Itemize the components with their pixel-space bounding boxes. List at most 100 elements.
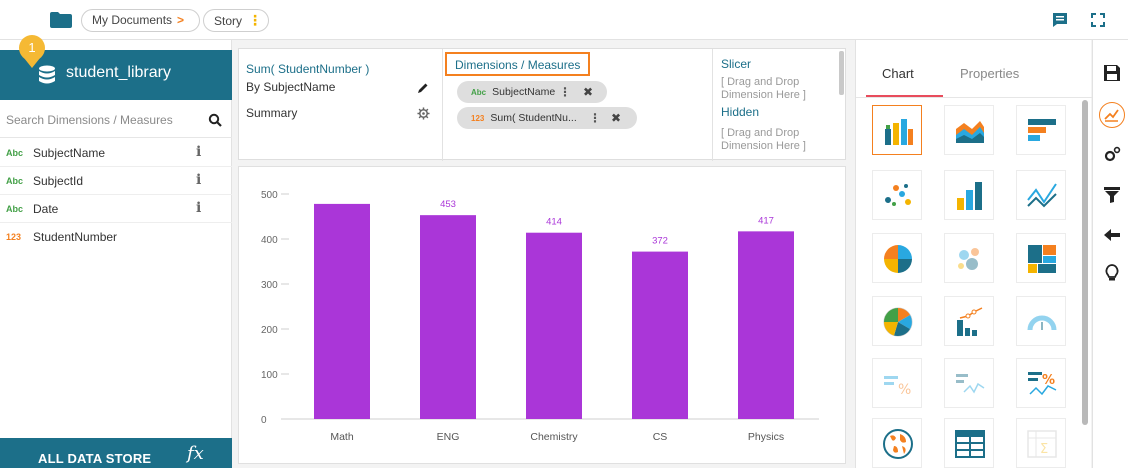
right-toolbar bbox=[1092, 40, 1128, 468]
slicer-drop-zone[interactable]: [ Drag and Drop Dimension Here ] bbox=[721, 76, 833, 102]
pencil-icon[interactable] bbox=[417, 82, 429, 94]
text-type-icon: Abc bbox=[6, 148, 24, 158]
y-tick-label: 500 bbox=[261, 190, 278, 201]
field-name: SubjectName bbox=[33, 146, 106, 160]
bubble-icon[interactable] bbox=[944, 233, 994, 283]
data-label: 453 bbox=[440, 199, 456, 210]
bar bbox=[526, 232, 582, 419]
pie-chart-icon[interactable] bbox=[872, 233, 922, 283]
data-label: 414 bbox=[546, 217, 562, 228]
chart-properties-panel: Chart Properties % % Σ bbox=[855, 40, 1092, 468]
slicer-title: Slicer bbox=[721, 57, 752, 71]
pivot-icon[interactable]: Σ bbox=[1016, 418, 1066, 468]
settings-icon[interactable] bbox=[1103, 146, 1121, 164]
svg-text:%: % bbox=[898, 382, 911, 398]
filter-icon[interactable] bbox=[1103, 186, 1121, 204]
folder-icon[interactable] bbox=[50, 12, 72, 28]
pill-label: SubjectName bbox=[492, 86, 556, 98]
kebab-menu-icon[interactable]: ⋮ bbox=[559, 81, 571, 103]
all-data-store-label: ALL DATA STORE bbox=[38, 451, 152, 466]
bar bbox=[738, 231, 794, 419]
comment-icon[interactable] bbox=[1052, 12, 1068, 28]
field-name: StudentNumber bbox=[33, 230, 118, 244]
field-name: Date bbox=[33, 202, 59, 216]
text-type-icon: Abc bbox=[6, 176, 24, 186]
callout-badge-1: 1 bbox=[19, 35, 45, 61]
number-type-icon: 123 bbox=[6, 232, 22, 242]
property-scrollbar[interactable] bbox=[839, 51, 844, 95]
svg-text:Σ: Σ bbox=[1040, 442, 1048, 457]
treemap-icon[interactable] bbox=[1016, 233, 1066, 283]
close-icon[interactable]: ✖ bbox=[583, 81, 593, 103]
field-item[interactable]: Abc SubjectId i bbox=[0, 168, 232, 195]
chart-type-icon[interactable] bbox=[1099, 102, 1125, 128]
table-icon[interactable] bbox=[944, 418, 994, 468]
scatter-icon[interactable] bbox=[872, 170, 922, 220]
search-icon[interactable] bbox=[208, 113, 222, 127]
breadcrumb-my-documents[interactable]: My Documents > bbox=[81, 9, 200, 32]
database-icon bbox=[39, 65, 55, 84]
tab-properties[interactable]: Properties bbox=[960, 66, 1019, 81]
info-icon[interactable]: i bbox=[196, 200, 201, 216]
bar bbox=[314, 203, 370, 419]
formula-icon[interactable]: fx bbox=[187, 443, 204, 464]
search-input[interactable] bbox=[6, 110, 196, 130]
tab-divider bbox=[856, 97, 1092, 98]
sunburst-icon[interactable] bbox=[872, 296, 922, 346]
measure-title[interactable]: Sum( StudentNumber ) bbox=[246, 62, 369, 76]
x-tick-label: CS bbox=[653, 431, 668, 443]
search-box bbox=[0, 102, 232, 138]
measure-pill[interactable]: 123 Sum( StudentNu... ⋮ ✖ bbox=[457, 107, 637, 129]
dimension-pill[interactable]: Abc SubjectName ⋮ ✖ bbox=[457, 81, 607, 103]
all-data-store-button[interactable]: ALL DATA STORE fx bbox=[0, 438, 232, 468]
field-item[interactable]: 123 StudentNumber bbox=[0, 224, 232, 251]
field-item[interactable]: Abc Date i bbox=[0, 196, 232, 223]
gear-icon[interactable] bbox=[417, 107, 430, 120]
info-icon[interactable]: i bbox=[196, 172, 201, 188]
bulb-icon[interactable] bbox=[1103, 264, 1121, 282]
kpi-trend-icon[interactable]: % bbox=[1016, 358, 1066, 408]
info-icon[interactable]: i bbox=[196, 144, 201, 160]
close-icon[interactable]: ✖ bbox=[611, 107, 621, 129]
area-chart-icon[interactable] bbox=[944, 105, 994, 155]
library-name: student_library bbox=[66, 64, 171, 81]
gauge-icon[interactable] bbox=[1016, 296, 1066, 346]
summary-label: Summary bbox=[246, 106, 298, 120]
horizontal-bar-icon[interactable] bbox=[1016, 105, 1066, 155]
kebab-menu-icon[interactable]: ⋮ bbox=[589, 107, 601, 129]
chart-canvas: 0 100 200 300 400 500 Math 453 ENG 414 Chemistry 37… bbox=[238, 166, 846, 464]
pill-label: Sum( StudentNu... bbox=[490, 112, 577, 124]
trend-icon[interactable] bbox=[944, 358, 994, 408]
map-icon[interactable] bbox=[872, 418, 922, 468]
save-icon[interactable] bbox=[1103, 64, 1121, 82]
kpi-icon[interactable]: % bbox=[872, 358, 922, 408]
chevron-right-icon: > bbox=[177, 13, 185, 27]
breadcrumb-label: Story bbox=[214, 14, 243, 28]
number-type-icon: 123 bbox=[471, 114, 485, 123]
y-tick-label: 0 bbox=[261, 415, 267, 426]
mixed-chart-icon[interactable] bbox=[944, 296, 994, 346]
hidden-title: Hidden bbox=[721, 105, 760, 119]
data-label: 417 bbox=[758, 215, 774, 226]
x-tick-label: ENG bbox=[437, 431, 460, 443]
field-item[interactable]: Abc SubjectName i bbox=[0, 140, 232, 167]
kebab-menu-icon[interactable]: ⋮ bbox=[248, 12, 262, 28]
bar bbox=[420, 215, 476, 419]
field-name: SubjectId bbox=[33, 174, 84, 188]
property-panel: Sum( StudentNumber ) By SubjectName Summ… bbox=[238, 48, 846, 161]
back-arrow-icon[interactable] bbox=[1103, 226, 1121, 244]
bar bbox=[632, 251, 688, 419]
tab-chart[interactable]: Chart bbox=[882, 66, 914, 81]
breadcrumb-story[interactable]: Story ⋮ bbox=[203, 9, 269, 32]
bar-chart-icon[interactable] bbox=[872, 105, 922, 155]
data-panel: student_library Abc SubjectName i Abc Su… bbox=[0, 40, 232, 468]
chart-list-scrollbar[interactable] bbox=[1082, 100, 1088, 425]
column-chart-icon[interactable] bbox=[944, 170, 994, 220]
hidden-drop-zone[interactable]: [ Drag and Drop Dimension Here ] bbox=[721, 127, 833, 153]
line-chart-icon[interactable] bbox=[1016, 170, 1066, 220]
slicer-section: Slicer [ Drag and Drop Dimension Here ] … bbox=[713, 49, 839, 161]
measure-section: Sum( StudentNumber ) By SubjectName Summ… bbox=[239, 49, 443, 161]
y-tick-label: 100 bbox=[261, 370, 278, 381]
y-tick-label: 300 bbox=[261, 280, 278, 291]
fullscreen-icon[interactable] bbox=[1090, 12, 1106, 28]
